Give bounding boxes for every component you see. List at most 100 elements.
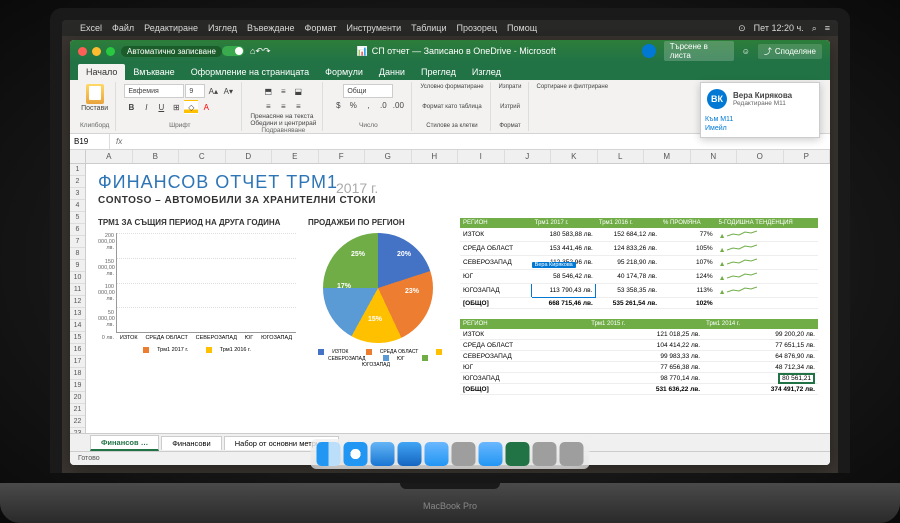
tab-page-layout[interactable]: Оформление на страницата <box>183 64 317 80</box>
table-row[interactable]: ЮГОЗАПАД98 770,14 лв.80 561,21 <box>460 373 818 384</box>
menu-format[interactable]: Формат <box>304 23 336 33</box>
table-row[interactable]: ИЗТОК180 583,88 лв.152 684,12 лв.77%▲ <box>460 228 818 242</box>
dock-mail-icon[interactable] <box>371 442 395 466</box>
fill-color-button[interactable]: ◇ <box>184 100 198 114</box>
row-header[interactable]: 18 <box>70 368 85 380</box>
search-field[interactable]: Търсене в листа <box>664 41 734 61</box>
menu-tools[interactable]: Инструменти <box>346 23 401 33</box>
col-l[interactable]: L <box>598 150 645 163</box>
table-row[interactable]: ЮГВера Кирякова58 546,42 лв.40 174,78 лв… <box>460 270 818 284</box>
row-header[interactable]: 17 <box>70 356 85 368</box>
undo-icon[interactable]: ↶ <box>255 46 263 57</box>
col-c[interactable]: C <box>179 150 226 163</box>
row-header[interactable]: 11 <box>70 284 85 296</box>
grow-font-button[interactable]: A▴ <box>206 84 220 98</box>
menu-edit[interactable]: Редактиране <box>144 23 198 33</box>
select-all-corner[interactable] <box>70 150 86 163</box>
row-header[interactable]: 2 <box>70 176 85 188</box>
align-top[interactable]: ⬒ <box>261 84 275 98</box>
share-button[interactable]: ⤴Споделяне <box>758 44 822 59</box>
underline-button[interactable]: U <box>154 100 168 114</box>
menu-tables[interactable]: Таблици <box>411 23 446 33</box>
search-icon[interactable]: ⌕ <box>812 23 817 34</box>
col-b[interactable]: B <box>133 150 180 163</box>
bold-button[interactable]: B <box>124 100 138 114</box>
col-m[interactable]: M <box>644 150 691 163</box>
tab-formulas[interactable]: Формули <box>317 64 371 80</box>
align-left[interactable]: ≡ <box>261 99 275 113</box>
sheet-tab-1[interactable]: Финансов … <box>90 435 159 451</box>
row-header[interactable]: 13 <box>70 308 85 320</box>
col-f[interactable]: F <box>319 150 366 163</box>
row-header[interactable]: 19 <box>70 380 85 392</box>
comma-button[interactable]: , <box>361 98 375 112</box>
col-h[interactable]: H <box>412 150 459 163</box>
insert-cells-button[interactable]: Изпрати <box>499 84 522 90</box>
col-d[interactable]: D <box>226 150 273 163</box>
decrease-decimal[interactable]: .00 <box>391 98 405 112</box>
menu-excel[interactable]: Excel <box>80 23 102 33</box>
sheet-area[interactable]: 1234567891011121314151617181920212223242… <box>70 164 830 433</box>
font-size-select[interactable]: 9 <box>185 84 205 98</box>
col-j[interactable]: J <box>505 150 552 163</box>
col-g[interactable]: G <box>365 150 412 163</box>
dock-app-icon[interactable] <box>452 442 476 466</box>
col-i[interactable]: I <box>458 150 505 163</box>
dock-app-icon[interactable] <box>533 442 557 466</box>
col-e[interactable]: E <box>272 150 319 163</box>
menu-window[interactable]: Прозорец <box>456 23 497 33</box>
number-format-select[interactable]: Общи <box>343 84 393 98</box>
dock-app-icon[interactable] <box>479 442 503 466</box>
align-center[interactable]: ≡ <box>276 99 290 113</box>
currency-button[interactable]: $ <box>331 98 345 112</box>
menu-insert[interactable]: Въвеждане <box>247 23 294 33</box>
dock-finder-icon[interactable] <box>317 442 341 466</box>
menu-view[interactable]: Изглед <box>208 23 237 33</box>
percent-button[interactable]: % <box>346 98 360 112</box>
merge-button[interactable]: Обедини и центрирай <box>250 120 316 127</box>
tab-view[interactable]: Изглед <box>464 64 509 80</box>
row-header[interactable]: 9 <box>70 260 85 272</box>
close-button[interactable] <box>78 47 87 56</box>
row-header[interactable]: 7 <box>70 236 85 248</box>
row-header[interactable]: 14 <box>70 320 85 332</box>
autosave-toggle[interactable] <box>222 46 244 56</box>
row-header[interactable]: 4 <box>70 200 85 212</box>
wifi-icon[interactable]: ⊙ <box>738 23 746 34</box>
font-name-select[interactable]: Евфемия <box>124 84 184 98</box>
format-table-button[interactable]: Формат като таблица <box>422 104 481 110</box>
row-header[interactable]: 16 <box>70 344 85 356</box>
format-cells-button[interactable]: Формат <box>499 123 520 129</box>
dock-appstore-icon[interactable] <box>398 442 422 466</box>
table-row[interactable]: ЮГ77 656,38 лв.48 712,34 лв. <box>460 362 818 373</box>
tab-insert[interactable]: Вмъкване <box>125 64 182 80</box>
redo-icon[interactable]: ↷ <box>263 46 271 57</box>
sheet-tab-2[interactable]: Финансови <box>161 436 222 450</box>
col-a[interactable]: A <box>86 150 133 163</box>
row-header[interactable]: 12 <box>70 296 85 308</box>
dock-safari-icon[interactable] <box>344 442 368 466</box>
font-color-button[interactable]: A <box>199 100 213 114</box>
row-header[interactable]: 21 <box>70 404 85 416</box>
clock[interactable]: Пет 12:20 ч. <box>754 23 804 33</box>
avatar-mini[interactable] <box>642 44 656 58</box>
maximize-button[interactable] <box>106 47 115 56</box>
row-header[interactable]: 6 <box>70 224 85 236</box>
table-row[interactable]: ЮГОЗАПАД113 790,43 лв.53 358,35 лв.113%▲ <box>460 284 818 298</box>
row-header[interactable]: 3 <box>70 188 85 200</box>
align-middle[interactable]: ≡ <box>276 84 290 98</box>
wrap-text-button[interactable]: Пренасяне на текста <box>250 113 316 120</box>
paste-button[interactable]: Постави <box>81 84 108 112</box>
italic-button[interactable]: I <box>139 100 153 114</box>
tab-review[interactable]: Преглед <box>413 64 464 80</box>
border-button[interactable]: ⊞ <box>169 100 183 114</box>
table-row[interactable]: ИЗТОК121 018,25 лв.99 200,20 лв. <box>460 329 818 340</box>
table-row[interactable]: СЕВЕРОЗАПАД99 983,33 лв.64 876,90 лв. <box>460 351 818 362</box>
dock-trash-icon[interactable] <box>560 442 584 466</box>
sort-filter-button[interactable]: Сортиране и филтриране <box>537 84 609 90</box>
shrink-font-button[interactable]: A▾ <box>221 84 235 98</box>
row-header[interactable]: 1 <box>70 164 85 176</box>
row-header[interactable]: 10 <box>70 272 85 284</box>
menu-icon[interactable]: ≡ <box>825 23 830 33</box>
fx-icon[interactable]: fx <box>110 137 128 146</box>
